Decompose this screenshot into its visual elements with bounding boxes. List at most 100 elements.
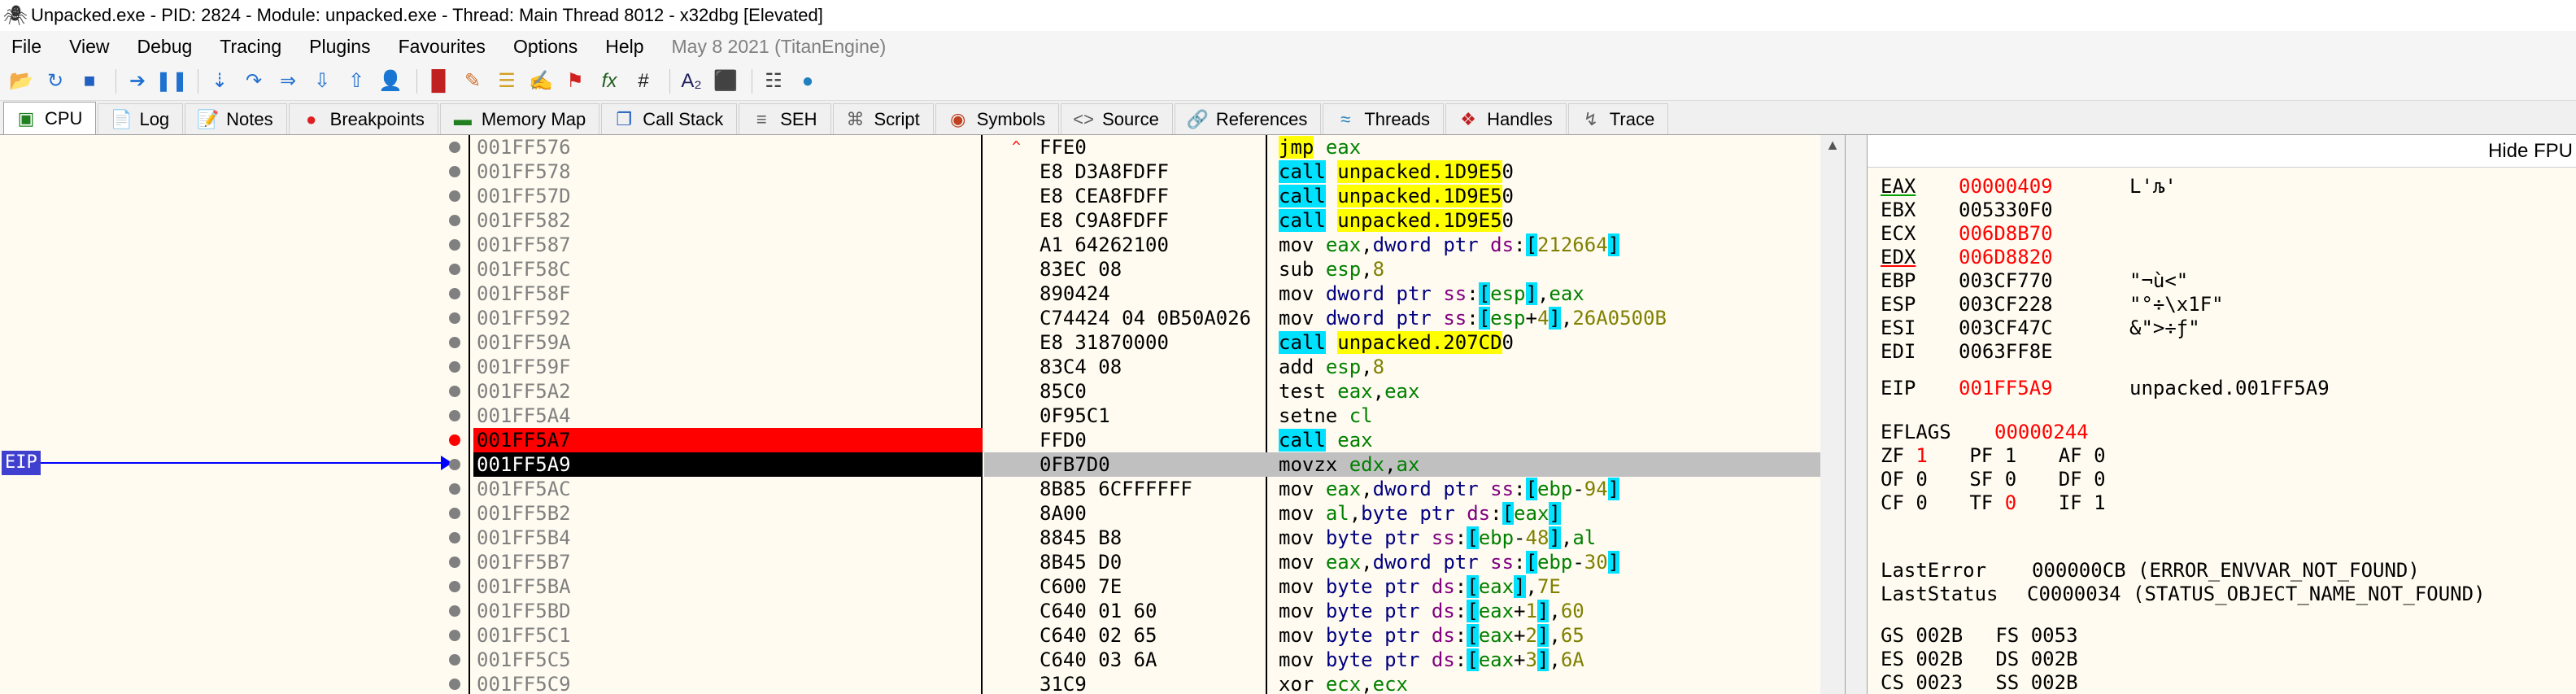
- register-value[interactable]: 00000409: [1959, 174, 2129, 199]
- disasm-row[interactable]: 001FF5A4 0F95C1 setne cl: [0, 404, 1845, 428]
- breakpoint-dot-icon[interactable]: [449, 581, 460, 592]
- breakpoint-dot-icon[interactable]: [449, 386, 460, 397]
- register-esp[interactable]: ESP 003CF228 "°÷\x1F": [1881, 292, 2224, 316]
- register-ecx[interactable]: ECX 006D8B70: [1881, 221, 2129, 246]
- breakpoint-dot-icon[interactable]: [449, 557, 460, 568]
- breakpoint-dot-icon[interactable]: [449, 459, 460, 470]
- disasm-row-breakpoint[interactable]: 001FF5A7 FFD0 call eax: [0, 428, 1845, 452]
- disasm-row[interactable]: 001FF592 C74424 04 0B50A026 mov dword ptr …: [0, 306, 1845, 330]
- pane-splitter[interactable]: [1845, 135, 1868, 694]
- register-value[interactable]: 001FF5A9: [1959, 376, 2129, 400]
- register-esi[interactable]: ESI 003CF47C &">÷ƒ": [1881, 316, 2200, 340]
- flag-value[interactable]: 1: [2005, 443, 2059, 468]
- breakpoint-dot-icon[interactable]: [449, 630, 460, 641]
- breakpoint-dot-icon[interactable]: [449, 166, 460, 177]
- breakpoint-dot-icon[interactable]: [449, 215, 460, 226]
- register-edi[interactable]: EDI 0063FF8E: [1881, 339, 2129, 364]
- disasm-row[interactable]: 001FF59F 83C4 08 add esp,8: [0, 355, 1845, 379]
- disasm-row[interactable]: 001FF576 ^ FFE0 jmp eax: [0, 135, 1845, 159]
- scroll-up-icon[interactable]: ▲: [1824, 137, 1842, 155]
- trace-into-icon[interactable]: ⇒: [273, 67, 303, 96]
- breakpoint-dot-icon[interactable]: [449, 361, 460, 373]
- patch-icon[interactable]: ✎: [458, 67, 487, 96]
- segment-value[interactable]: 002B: [2031, 647, 2111, 671]
- menu-favourites[interactable]: Favourites: [399, 36, 486, 58]
- tab-script[interactable]: ⌘ Script: [832, 103, 934, 134]
- flag-value[interactable]: 0: [2094, 467, 2147, 491]
- breakpoint-dot-icon[interactable]: [449, 312, 460, 324]
- register-value[interactable]: 003CF228: [1959, 292, 2129, 316]
- register-ebx[interactable]: EBX 005330F0: [1881, 198, 2129, 222]
- breakpoint-dot-icon[interactable]: [449, 410, 460, 421]
- breakpoint-dot-icon[interactable]: [449, 434, 460, 446]
- flag-value[interactable]: 0: [2005, 467, 2059, 491]
- tab-source[interactable]: <> Source: [1061, 103, 1173, 134]
- run-to-user-code-icon[interactable]: 👤: [376, 67, 405, 96]
- flag-value[interactable]: 0: [1916, 491, 1969, 515]
- flag-value[interactable]: 0: [2094, 443, 2147, 468]
- tab-breakpoints[interactable]: ● Breakpoints: [288, 103, 438, 134]
- register-value[interactable]: 006D8820: [1959, 245, 2129, 269]
- register-value[interactable]: 005330F0: [1959, 198, 2129, 222]
- menu-view[interactable]: View: [69, 36, 109, 58]
- breakpoint-dot-icon[interactable]: [449, 654, 460, 666]
- stop-icon[interactable]: ■: [75, 67, 104, 96]
- register-value[interactable]: 0063FF8E: [1959, 339, 2129, 364]
- disasm-row[interactable]: 001FF5C9 31C9 xor ecx,ecx: [0, 672, 1845, 694]
- breakpoint-dot-icon[interactable]: [449, 605, 460, 617]
- trace-over-icon[interactable]: ⇩: [307, 67, 337, 96]
- comment-icon[interactable]: ☰: [492, 67, 521, 96]
- breakpoint-dot-icon[interactable]: [449, 264, 460, 275]
- register-eax[interactable]: EAX 00000409 L'љ': [1881, 174, 2177, 199]
- disasm-row[interactable]: 001FF59A E8 31870000 call unpacked.207CD0: [0, 330, 1845, 355]
- last-status[interactable]: LastStatus C0000034 (STATUS_OBJECT_NAME_N…: [1881, 582, 2486, 606]
- open-icon[interactable]: 📂: [7, 67, 36, 96]
- disasm-row[interactable]: 001FF5BA C600 7E mov byte ptr ds:[eax],7E: [0, 574, 1845, 599]
- tab-seh[interactable]: ≡ SEH: [739, 103, 831, 134]
- tab-handles[interactable]: ❖ Handles: [1445, 103, 1567, 134]
- disasm-row[interactable]: 001FF5C5 C640 03 6A mov byte ptr ds:[eax+3…: [0, 648, 1845, 672]
- tab-cpu[interactable]: ▣ CPU: [3, 102, 97, 134]
- function-icon[interactable]: fx: [595, 67, 624, 96]
- disasm-row[interactable]: 001FF5B2 8A00 mov al,byte ptr ds:[eax]: [0, 501, 1845, 526]
- disasm-row[interactable]: 001FF5C1 C640 02 65 mov byte ptr ds:[eax+2…: [0, 623, 1845, 648]
- breakpoint-dot-icon[interactable]: [449, 142, 460, 153]
- segment-value[interactable]: 002B: [1916, 647, 1995, 671]
- tab-symbols[interactable]: ◉ Symbols: [935, 103, 1060, 134]
- disasm-row[interactable]: 001FF5B4 8845 B8 mov byte ptr ss:[ebp-48],…: [0, 526, 1845, 550]
- breakpoint-dot-icon[interactable]: [449, 288, 460, 299]
- disasm-row[interactable]: 001FF5AC 8B85 6CFFFFFF mov eax,dword ptr s…: [0, 477, 1845, 501]
- flag-value[interactable]: 0: [2005, 491, 2059, 515]
- register-eflags[interactable]: EFLAGS 00000244: [1881, 420, 2089, 444]
- menu-options[interactable]: Options: [513, 36, 578, 58]
- segment-value[interactable]: 002B: [2031, 670, 2111, 694]
- pause-icon[interactable]: ❚❚: [155, 67, 188, 96]
- tab-notes[interactable]: 📝 Notes: [185, 103, 287, 134]
- breakpoint-dot-icon[interactable]: [449, 508, 460, 519]
- register-ebp[interactable]: EBP 003CF770 "¬ù<": [1881, 268, 2188, 293]
- disasm-row[interactable]: 001FF5B7 8B45 D0 mov eax,dword ptr ss:[ebp…: [0, 550, 1845, 574]
- disasm-row[interactable]: 001FF5BD C640 01 60 mov byte ptr ds:[eax+1…: [0, 599, 1845, 623]
- flag-value[interactable]: 1: [2094, 491, 2147, 515]
- execute-till-return-icon[interactable]: ⇧: [342, 67, 371, 96]
- breakpoint-dot-icon[interactable]: [449, 679, 460, 690]
- globe-icon[interactable]: ●: [793, 67, 822, 96]
- disasm-row[interactable]: 001FF57D E8 CEA8FDFF call unpacked.1D9E50: [0, 184, 1845, 208]
- disassembly-view[interactable]: EIP 001FF576 ^ FFE0 jmp eax 001FF578 E8 D3A8F…: [0, 135, 1845, 694]
- disasm-row[interactable]: 001FF5A2 85C0 test eax,eax: [0, 379, 1845, 404]
- label-icon[interactable]: ✍: [526, 67, 556, 96]
- tab-trace[interactable]: ↯ Trace: [1567, 103, 1669, 134]
- disasm-row-current[interactable]: 001FF5A9 0FB7D0 movzx edx,ax: [0, 452, 1845, 477]
- register-value[interactable]: 003CF47C: [1959, 316, 2129, 340]
- breakpoint-dot-icon[interactable]: [449, 532, 460, 543]
- menu-file[interactable]: File: [11, 36, 41, 58]
- vertical-scrollbar[interactable]: ▲: [1820, 135, 1845, 694]
- menu-debug[interactable]: Debug: [137, 36, 193, 58]
- tab-references[interactable]: 🔗 References: [1174, 103, 1322, 134]
- tab-call-stack[interactable]: ❐ Call Stack: [601, 103, 738, 134]
- register-eip[interactable]: EIP 001FF5A9 unpacked.001FF5A9: [1881, 376, 2330, 400]
- menu-help[interactable]: Help: [605, 36, 643, 58]
- tab-log[interactable]: 📄 Log: [98, 103, 184, 134]
- hide-fpu-button[interactable]: Hide FPU: [1868, 135, 2576, 168]
- scylla-icon[interactable]: █: [424, 67, 453, 96]
